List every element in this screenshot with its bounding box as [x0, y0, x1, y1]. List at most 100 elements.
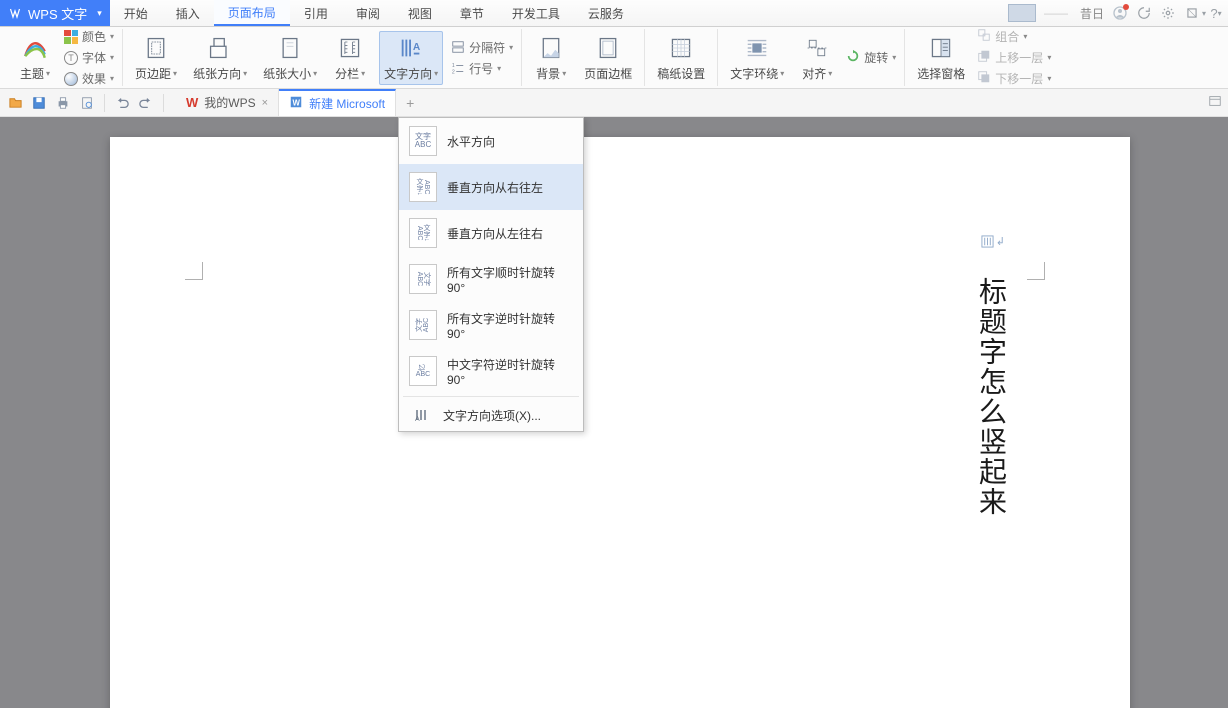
- dd-rotate-cw[interactable]: 文字ABC 所有文字顺时针旋转90°: [399, 256, 583, 302]
- doc-tab-current[interactable]: W 新建 Microsoft: [279, 89, 396, 116]
- text-direction-button[interactable]: A文字方向▾: [379, 31, 443, 85]
- dropdown-separator: [403, 396, 579, 397]
- breaks-button[interactable]: 分隔符▾: [451, 39, 513, 56]
- rotate-button[interactable]: 旋转▾: [846, 49, 896, 66]
- close-tab-icon[interactable]: ×: [262, 97, 268, 109]
- dd-rotate-cw-label: 所有文字顺时针旋转90°: [447, 264, 573, 295]
- rotate-icon: [846, 49, 860, 66]
- user-label[interactable]: 昔日: [1080, 5, 1104, 22]
- dd-rotate-ccw-label: 所有文字逆时针旋转90°: [447, 310, 573, 341]
- app-brand[interactable]: WPS 文字 ▾: [0, 0, 110, 26]
- page-border-icon: [594, 34, 622, 62]
- align-icon: [803, 34, 831, 62]
- dd-horizontal-label: 水平方向: [447, 133, 495, 150]
- effect-icon: [64, 72, 78, 86]
- ribbon: 主题▾ 颜色▾ T字体▾ 效果▾ 页边距▾ 纸张方向▾ 纸张大小▾ 分栏▾ A文…: [0, 27, 1228, 89]
- breaks-label: 分隔符: [469, 39, 505, 56]
- font-label: 字体: [82, 49, 106, 66]
- text-direction-icon: A: [397, 34, 425, 62]
- background-icon: [537, 34, 565, 62]
- wps-logo-icon: [6, 4, 24, 22]
- breaks-icon: [451, 40, 465, 54]
- wrap-label: 文字环绕: [730, 65, 778, 82]
- menu-tab-start[interactable]: 开始: [110, 0, 162, 26]
- dd-rotate-ccw[interactable]: 文字ABC 所有文字逆时针旋转90°: [399, 302, 583, 348]
- effect-button[interactable]: 效果▾: [64, 70, 114, 87]
- save-icon[interactable]: [30, 94, 48, 112]
- menu-tab-view[interactable]: 视图: [394, 0, 446, 26]
- grid-paper-button[interactable]: 稿纸设置: [653, 32, 709, 84]
- dd-horizontal[interactable]: 文字ABC 水平方向: [399, 118, 583, 164]
- dd-options-icon: A: [409, 400, 433, 430]
- size-button[interactable]: 纸张大小▾: [259, 32, 321, 84]
- theme-button[interactable]: 主题▾: [14, 32, 56, 84]
- undo-icon[interactable]: [113, 94, 131, 112]
- settings-icon[interactable]: [1160, 5, 1176, 21]
- color-button[interactable]: 颜色▾: [64, 28, 114, 45]
- dd-vertical-ltr[interactable]: 文字↓ABC 垂直方向从左往右: [399, 210, 583, 256]
- collapse-ribbon-icon[interactable]: [1208, 94, 1222, 111]
- menu-tab-insert[interactable]: 插入: [162, 0, 214, 26]
- margin-icon: [142, 34, 170, 62]
- margin-corner-tr-icon: [1027, 262, 1045, 280]
- line-number-button[interactable]: 12行号▾: [451, 60, 513, 77]
- bring-forward-icon: [977, 49, 991, 66]
- menu-tab-chapter[interactable]: 章节: [446, 0, 498, 26]
- document-vertical-text[interactable]: 标题字怎么竖起来: [974, 277, 1005, 517]
- menu-tab-pagelayout[interactable]: 页面布局: [214, 0, 290, 26]
- skin-icon[interactable]: ▾: [1184, 5, 1200, 21]
- color-icon: [64, 30, 78, 44]
- size-label: 纸张大小: [263, 65, 311, 82]
- document-tabs: W 我的WPS × W 新建 Microsoft +: [176, 89, 424, 116]
- page-border-label: 页面边框: [584, 65, 632, 82]
- svg-text:A: A: [413, 41, 421, 52]
- open-icon[interactable]: [6, 94, 24, 112]
- document-page[interactable]: ↲ 标题字怎么竖起来: [110, 137, 1130, 708]
- menu-tab-references[interactable]: 引用: [290, 0, 342, 26]
- cursor-anchor-icon: ↲: [981, 235, 1005, 248]
- user-avatar-icon[interactable]: [1112, 5, 1128, 21]
- font-button[interactable]: T字体▾: [64, 49, 114, 66]
- align-button[interactable]: 对齐▾: [796, 32, 838, 84]
- notification-dot-icon: [1123, 4, 1129, 10]
- print-preview-icon[interactable]: [78, 94, 96, 112]
- dd-rotate-cw-icon: 文字ABC: [409, 264, 437, 294]
- dd-vertical-rtl[interactable]: ABC文字↓ 垂直方向从右往左: [399, 164, 583, 210]
- group-icon: [977, 28, 991, 45]
- margin-corner-tl-icon: [185, 262, 203, 280]
- selection-pane-button[interactable]: 选择窗格: [913, 32, 969, 84]
- redo-icon[interactable]: [137, 94, 155, 112]
- doc-tab-mywps[interactable]: W 我的WPS ×: [176, 89, 279, 116]
- menu-tab-cloud[interactable]: 云服务: [574, 0, 638, 26]
- bring-forward-button[interactable]: 上移一层▾: [977, 49, 1051, 66]
- align-label: 对齐: [802, 65, 826, 82]
- print-icon[interactable]: [54, 94, 72, 112]
- ribbon-group-selection: 选择窗格 组合▾ 上移一层▾ 下移一层▾: [905, 29, 1059, 86]
- menu-tab-developer[interactable]: 开发工具: [498, 0, 574, 26]
- page-border-button[interactable]: 页面边框: [580, 32, 636, 84]
- titlebar: WPS 文字 ▾ 开始 插入 页面布局 引用 审阅 视图 章节 开发工具 云服务…: [0, 0, 1228, 27]
- wrap-button[interactable]: 文字环绕▾: [726, 32, 788, 84]
- app-dropdown-icon[interactable]: ▾: [93, 8, 106, 19]
- send-backward-button[interactable]: 下移一层▾: [977, 70, 1051, 87]
- dd-cjk-ccw[interactable]: 忆ABC 中文字符逆时针旋转90°: [399, 348, 583, 394]
- bring-forward-label: 上移一层: [995, 49, 1043, 66]
- dd-cjk-ccw-label: 中文字符逆时针旋转90°: [447, 356, 573, 387]
- rotate-label: 旋转: [864, 49, 888, 66]
- font-icon: T: [64, 51, 78, 65]
- group-button[interactable]: 组合▾: [977, 28, 1051, 45]
- background-button[interactable]: 背景▾: [530, 32, 572, 84]
- orientation-button[interactable]: 纸张方向▾: [189, 32, 251, 84]
- menu-tab-review[interactable]: 审阅: [342, 0, 394, 26]
- effect-label: 效果: [82, 70, 106, 87]
- dd-options[interactable]: A 文字方向选项(X)...: [399, 399, 583, 431]
- columns-button[interactable]: 分栏▾: [329, 32, 371, 84]
- add-tab-button[interactable]: +: [396, 95, 424, 111]
- margin-button[interactable]: 页边距▾: [131, 32, 181, 84]
- ribbon-group-arrange: 文字环绕▾ 对齐▾ 旋转▾: [718, 29, 905, 86]
- selection-pane-icon: [927, 34, 955, 62]
- help-icon[interactable]: ?▾: [1208, 5, 1224, 21]
- columns-icon: [336, 34, 364, 62]
- sync-icon[interactable]: [1136, 5, 1152, 21]
- account-thumb-icon[interactable]: [1008, 4, 1036, 22]
